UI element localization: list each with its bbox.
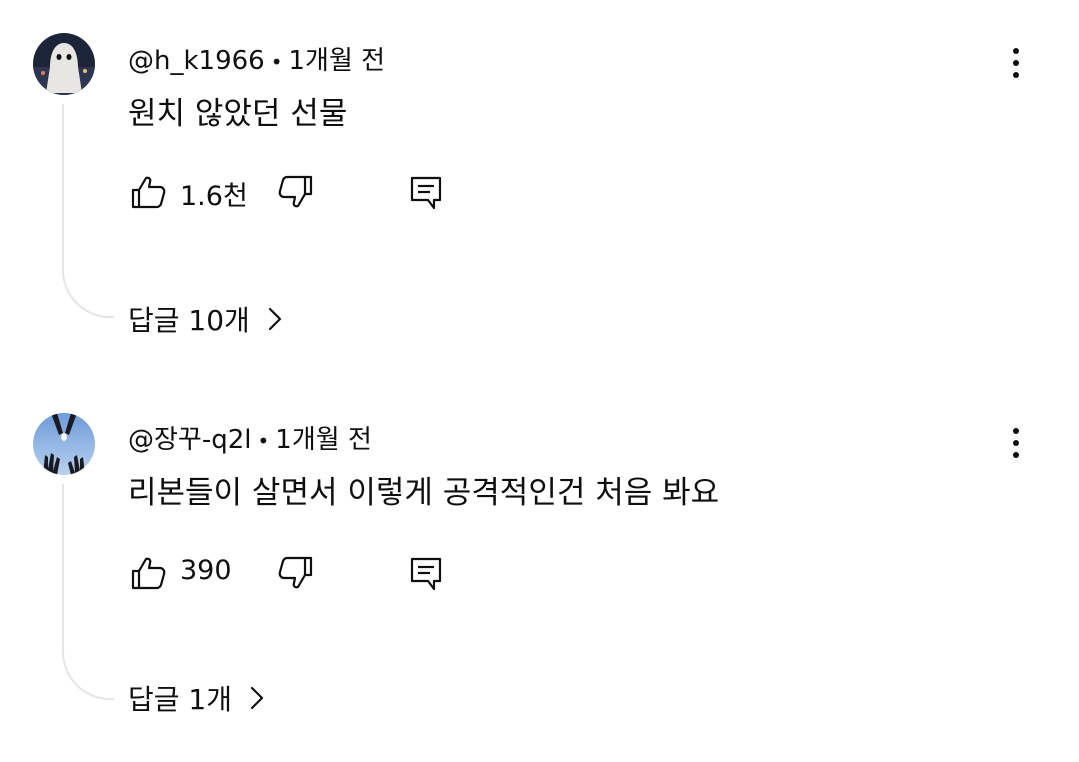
comment-item: @장꾸-q2l • 1개월 전 리본들이 살면서 이렇게 공격적인건 처음 봐요 3… bbox=[0, 381, 1079, 762]
view-replies-button[interactable]: 답글 10개 bbox=[128, 299, 282, 339]
avatar[interactable] bbox=[33, 33, 95, 95]
comment-text: 리본들이 살면서 이렇게 공격적인건 처음 봐요 bbox=[128, 475, 720, 511]
replies-label: 답글 10개 bbox=[128, 304, 250, 337]
comment-time: 1개월 전 bbox=[288, 46, 386, 76]
comment-actions: 1.6천 bbox=[126, 170, 466, 214]
chevron-right-icon bbox=[268, 307, 282, 331]
ghost-sheet-avatar-icon bbox=[33, 33, 95, 95]
comment-actions: 390 bbox=[126, 551, 466, 595]
thumbs-down-icon bbox=[278, 175, 313, 208]
more-vertical-dot bbox=[1013, 452, 1019, 458]
author-name[interactable]: @장꾸-q2l bbox=[128, 425, 252, 455]
like-button[interactable] bbox=[126, 551, 170, 595]
like-count: 1.6천 bbox=[180, 181, 248, 212]
more-vertical-dot bbox=[1013, 440, 1019, 446]
reply-comment-icon bbox=[410, 176, 442, 210]
comment-text: 원치 않았던 선물 bbox=[128, 96, 348, 132]
replies-label: 답글 1개 bbox=[128, 683, 232, 716]
thumbs-up-icon bbox=[131, 176, 166, 209]
more-vertical-icon bbox=[1013, 48, 1019, 54]
hands-sky-avatar-icon bbox=[33, 413, 95, 475]
like-button[interactable] bbox=[126, 170, 170, 214]
reply-button[interactable] bbox=[404, 551, 448, 595]
reply-comment-icon bbox=[410, 557, 442, 591]
more-vertical-dot bbox=[1013, 60, 1019, 66]
comment-meta: @h_k1966 • 1개월 전 bbox=[128, 40, 385, 77]
avatar[interactable] bbox=[33, 413, 95, 475]
comment-meta: @장꾸-q2l • 1개월 전 bbox=[128, 419, 372, 456]
author-name[interactable]: @h_k1966 bbox=[128, 46, 265, 76]
meta-separator: • bbox=[270, 49, 283, 74]
more-options-button[interactable] bbox=[996, 418, 1036, 468]
more-vertical-dot bbox=[1013, 72, 1019, 78]
thread-line bbox=[62, 484, 114, 700]
thread-line bbox=[62, 104, 114, 318]
comment-time: 1개월 전 bbox=[275, 425, 372, 455]
comment-item: @h_k1966 • 1개월 전 원치 않았던 선물 1.6천 답글 10개 bbox=[0, 0, 1079, 381]
chevron-right-icon bbox=[250, 686, 264, 710]
like-count: 390 bbox=[180, 555, 232, 586]
more-vertical-icon bbox=[1013, 428, 1019, 434]
dislike-button[interactable] bbox=[274, 551, 318, 595]
meta-separator: • bbox=[257, 428, 270, 453]
view-replies-button[interactable]: 답글 1개 bbox=[128, 678, 264, 718]
thumbs-up-icon bbox=[131, 557, 166, 590]
dislike-button[interactable] bbox=[274, 170, 318, 214]
reply-button[interactable] bbox=[404, 170, 448, 214]
more-options-button[interactable] bbox=[996, 38, 1036, 88]
thumbs-down-icon bbox=[278, 556, 313, 589]
